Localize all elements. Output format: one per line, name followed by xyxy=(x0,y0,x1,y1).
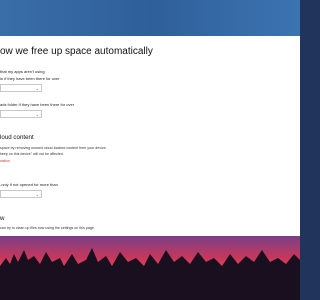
downloads-dropdown[interactable]: ⌄ xyxy=(0,110,42,118)
chevron-down-icon: ⌄ xyxy=(35,86,39,91)
online-only-label: -only if not opened for more than xyxy=(0,182,58,187)
chevron-down-icon: ⌄ xyxy=(35,192,39,197)
cloud-description-line2: keep on this device" will not be affecte… xyxy=(0,152,64,156)
desktop-wallpaper-bottom xyxy=(0,236,300,300)
cloud-description-line1: space by removing unused cloud-backed co… xyxy=(0,146,107,150)
tree-silhouette xyxy=(0,248,300,300)
online-only-dropdown[interactable]: ⌄ xyxy=(0,190,42,198)
temp-files-apps-label: that my apps aren't using xyxy=(0,69,45,74)
downloads-label: ads folder if they have been there for o… xyxy=(0,102,75,107)
settings-window: ow we free up space automatically that m… xyxy=(0,36,300,244)
free-up-now-description: can try to clean up files now using the … xyxy=(0,226,95,230)
page-title: ow we free up space automatically xyxy=(0,46,153,57)
recycle-bin-label: in if they have been there for over xyxy=(0,76,60,81)
chevron-down-icon: ⌄ xyxy=(35,112,39,117)
free-up-now-title: w xyxy=(0,215,5,222)
more-information-link[interactable]: nation xyxy=(0,159,10,163)
cloud-content-title: loud content xyxy=(0,134,34,141)
recycle-bin-dropdown[interactable]: ⌄ xyxy=(0,84,42,92)
